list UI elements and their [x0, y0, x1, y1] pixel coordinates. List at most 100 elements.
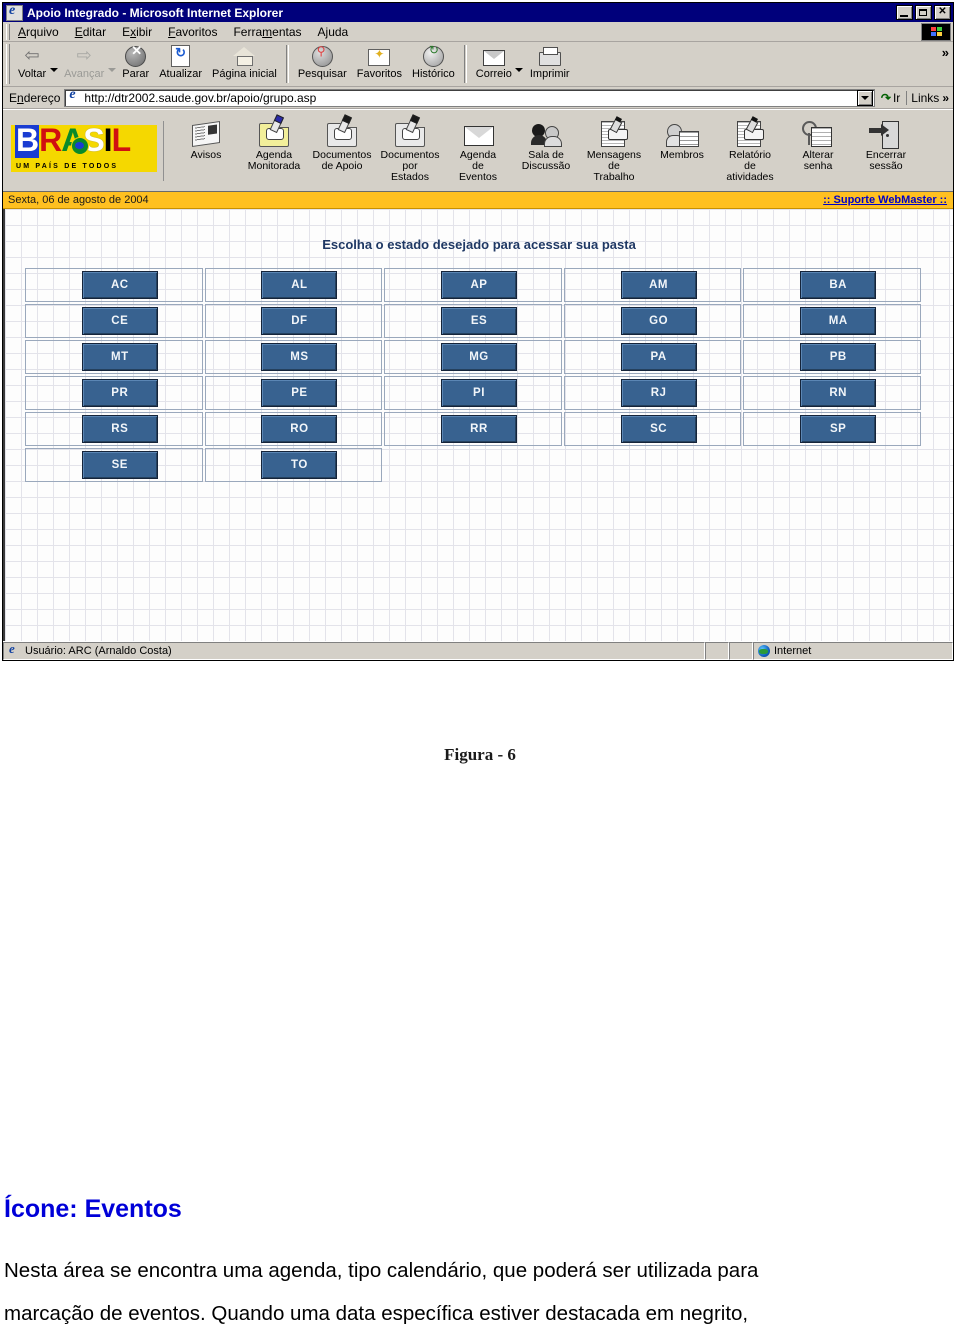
toolbar-print-button[interactable]: Imprimir: [525, 42, 575, 86]
app-icon-documentos-de-apoio[interactable]: Documentos de Apoio: [308, 115, 376, 172]
state-cell[interactable]: CE: [25, 304, 203, 338]
state-cell[interactable]: SC: [563, 412, 742, 446]
go-button[interactable]: ↷ Ir: [875, 91, 906, 105]
state-button-pi[interactable]: PI: [440, 379, 517, 407]
state-button-pa[interactable]: PA: [620, 343, 697, 371]
state-cell[interactable]: RN: [743, 376, 921, 410]
back-dropdown-arrow[interactable]: [49, 44, 58, 84]
state-button-pb[interactable]: PB: [800, 343, 877, 371]
state-button-am[interactable]: AM: [620, 271, 697, 299]
toolbar-history-button[interactable]: ↻ Histórico: [407, 42, 460, 86]
document-body: Ícone: Eventos Nesta área se encontra um…: [0, 1195, 960, 1335]
restore-button[interactable]: [915, 5, 932, 20]
state-button-pe[interactable]: PE: [261, 379, 338, 407]
state-button-mg[interactable]: MG: [440, 343, 517, 371]
state-button-rr[interactable]: RR: [440, 415, 517, 443]
app-icon-documentos-por-estados[interactable]: Documentos por Estados: [376, 115, 444, 183]
suporte-webmaster-link[interactable]: :: Suporte WebMaster ::: [823, 194, 947, 206]
menu-item-favoritos[interactable]: Favoritos: [168, 25, 217, 39]
toolbar-back-button[interactable]: ⇦ Voltar: [13, 42, 51, 86]
menu-item-ajuda[interactable]: Ajuda: [318, 25, 349, 39]
state-cell[interactable]: PE: [204, 376, 383, 410]
state-cell[interactable]: PR: [25, 376, 203, 410]
state-cell[interactable]: RJ: [563, 376, 742, 410]
state-cell[interactable]: SP: [743, 412, 921, 446]
menu-item-exibir[interactable]: Exibir: [122, 25, 152, 39]
state-button-ap[interactable]: AP: [440, 271, 517, 299]
app-icon-agenda-monitorada[interactable]: Agenda Monitorada: [240, 115, 308, 172]
state-button-to[interactable]: TO: [261, 451, 338, 479]
state-cell[interactable]: PB: [743, 340, 921, 374]
state-cell[interactable]: MT: [25, 340, 203, 374]
state-button-pr[interactable]: PR: [81, 379, 158, 407]
app-icon-avisos[interactable]: Avisos: [172, 115, 240, 161]
state-button-ma[interactable]: MA: [800, 307, 877, 335]
app-icon-agenda-de-eventos[interactable]: Agenda de Eventos: [444, 115, 512, 183]
app-icon-relatorio-de-atividades[interactable]: Relatório de atividades: [716, 115, 784, 183]
state-button-ac[interactable]: AC: [81, 271, 158, 299]
app-icon-encerrar-sessao[interactable]: Encerrar sessão: [852, 115, 920, 172]
state-button-sp[interactable]: SP: [800, 415, 877, 443]
app-icon-sala-de-discussao[interactable]: Sala de Discussão: [512, 115, 580, 172]
toolbar-home-button[interactable]: Página inicial: [207, 42, 282, 86]
state-cell[interactable]: GO: [563, 304, 742, 338]
mail-dropdown-arrow[interactable]: [515, 44, 524, 84]
state-cell[interactable]: TO: [204, 448, 383, 482]
state-cell[interactable]: RS: [25, 412, 203, 446]
menu-item-arquivo[interactable]: Arquivo: [18, 25, 59, 39]
close-button[interactable]: ✕: [934, 5, 951, 20]
document-hand-pen-icon: [732, 118, 768, 149]
address-dropdown-button[interactable]: [856, 89, 873, 106]
toolbar-forward-button[interactable]: ⇨ Avançar: [59, 42, 109, 86]
app-icon-membros[interactable]: Membros: [648, 115, 716, 161]
state-button-rn[interactable]: RN: [800, 379, 877, 407]
state-cell[interactable]: AP: [384, 268, 562, 302]
state-cell[interactable]: MS: [204, 340, 383, 374]
state-cell[interactable]: PI: [384, 376, 562, 410]
state-cell[interactable]: MA: [743, 304, 921, 338]
menu-item-ferramentas[interactable]: Ferramentas: [233, 25, 301, 39]
state-cell[interactable]: PA: [563, 340, 742, 374]
menu-grip-handle[interactable]: [6, 23, 10, 40]
state-cell[interactable]: AM: [563, 268, 742, 302]
state-cell[interactable]: RR: [384, 412, 562, 446]
state-button-se[interactable]: SE: [81, 451, 158, 479]
toolbar-search-button[interactable]: ⚲ Pesquisar: [293, 42, 352, 86]
state-button-rs[interactable]: RS: [81, 415, 158, 443]
state-button-df[interactable]: DF: [261, 307, 338, 335]
state-cell[interactable]: AC: [25, 268, 203, 302]
address-input[interactable]: http://dtr2002.saude.gov.br/apoio/grupo.…: [64, 87, 875, 107]
state-button-ce[interactable]: CE: [81, 307, 158, 335]
state-cell[interactable]: DF: [204, 304, 383, 338]
toolbar-overflow-chevron[interactable]: »: [942, 45, 949, 60]
forward-dropdown-arrow[interactable]: [107, 44, 116, 84]
search-icon: ⚲: [310, 45, 334, 67]
state-button-ba[interactable]: BA: [800, 271, 877, 299]
toolbar-grip-handle[interactable]: [6, 44, 10, 84]
menu-item-editar[interactable]: Editar: [75, 25, 106, 39]
toolbar-mail-button[interactable]: Correio: [471, 42, 517, 86]
state-button-es[interactable]: ES: [440, 307, 517, 335]
state-cell[interactable]: AL: [204, 268, 383, 302]
state-button-ro[interactable]: RO: [261, 415, 338, 443]
app-icon-alterar-senha[interactable]: Alterar senha: [784, 115, 852, 172]
state-cell[interactable]: RO: [204, 412, 383, 446]
state-cell[interactable]: SE: [25, 448, 203, 482]
toolbar-stop-button[interactable]: ✕ Parar: [117, 42, 154, 86]
state-cell[interactable]: BA: [743, 268, 921, 302]
ie-logo-button[interactable]: [921, 22, 951, 41]
state-button-go[interactable]: GO: [620, 307, 697, 335]
minimize-button[interactable]: [896, 5, 913, 20]
toolbar-refresh-button[interactable]: ↻ Atualizar: [154, 42, 207, 86]
state-cell[interactable]: ES: [384, 304, 562, 338]
state-button-sc[interactable]: SC: [620, 415, 697, 443]
state-button-mt[interactable]: MT: [81, 343, 158, 371]
status-zone-text: Internet: [774, 645, 812, 657]
state-button-al[interactable]: AL: [261, 271, 338, 299]
state-button-ms[interactable]: MS: [261, 343, 338, 371]
app-icon-mensagens-de-trabalho[interactable]: Mensagens de Trabalho: [580, 115, 648, 183]
links-bar-button[interactable]: Links »: [906, 90, 953, 105]
toolbar-favorites-button[interactable]: ✦ Favoritos: [352, 42, 407, 86]
state-cell[interactable]: MG: [384, 340, 562, 374]
state-button-rj[interactable]: RJ: [620, 379, 697, 407]
